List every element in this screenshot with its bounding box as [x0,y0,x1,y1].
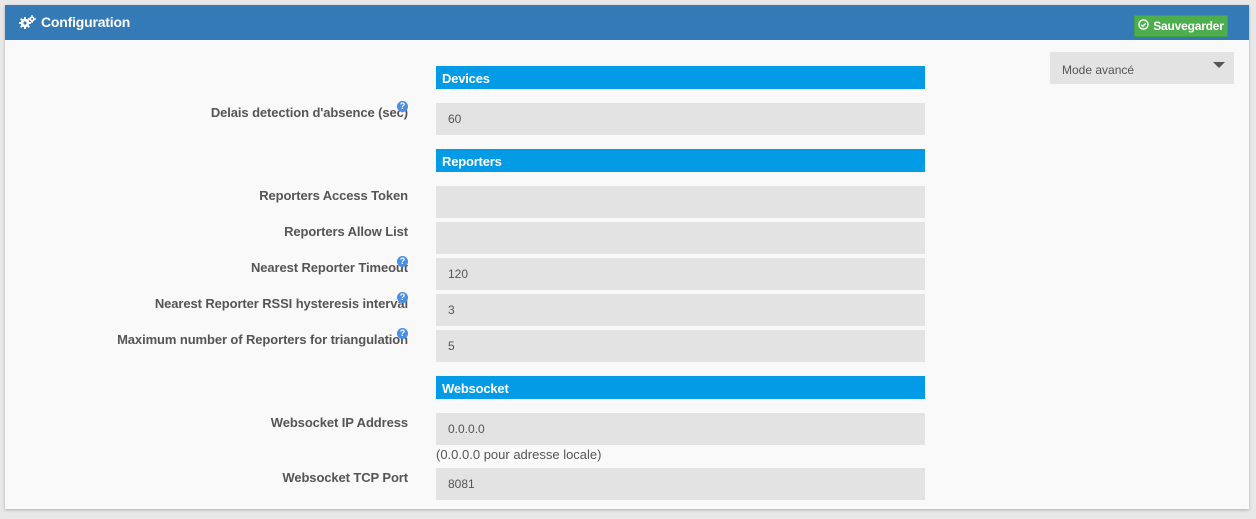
help-icon[interactable]: ? [397,256,408,267]
help-icon[interactable]: ? [397,328,408,339]
absence-delay-input[interactable] [436,103,925,135]
nearest-timeout-label: Nearest Reporter Timeout [250,260,408,275]
save-button[interactable]: Sauvegarder [1134,15,1228,37]
rssi-hysteresis-label: Nearest Reporter RSSI hysteresis interva… [154,296,408,311]
ws-port-input[interactable] [436,468,925,500]
mode-select-value: Mode avancé [1062,63,1135,77]
mode-select[interactable]: Mode avancé [1050,52,1234,84]
panel-header: Configuration Sauvegarder [5,5,1249,40]
help-icon[interactable]: ? [397,292,408,303]
allow-list-label: Reporters Allow List [284,224,408,239]
allow-list-input[interactable] [436,222,925,254]
ws-port-label: Websocket TCP Port [282,470,408,485]
rssi-hysteresis-input[interactable] [436,294,925,326]
ws-ip-hint: (0.0.0.0 pour adresse locale) [436,447,602,462]
panel-title: Configuration [19,14,130,30]
max-reporters-input[interactable] [436,330,925,362]
section-websocket-header: Websocket [436,376,925,399]
save-button-label: Sauvegarder [1153,19,1224,33]
check-circle-icon [1138,19,1150,33]
cogs-icon [19,15,36,29]
ws-ip-label: Websocket IP Address [270,415,408,430]
section-reporters-header: Reporters [436,149,925,172]
access-token-label: Reporters Access Token [259,188,408,203]
chevron-down-icon [1213,62,1225,68]
max-reporters-label: Maximum number of Reporters for triangul… [117,332,408,347]
panel-title-text: Configuration [41,14,131,30]
help-icon[interactable]: ? [397,101,408,112]
configuration-panel: Configuration Sauvegarder Mode avancé De… [5,5,1249,509]
absence-delay-label: Delais detection d'absence (sec) [210,105,408,120]
ws-ip-input[interactable] [436,413,925,445]
section-devices-header: Devices [436,66,925,89]
access-token-input[interactable] [436,186,925,218]
nearest-timeout-input[interactable] [436,258,925,290]
